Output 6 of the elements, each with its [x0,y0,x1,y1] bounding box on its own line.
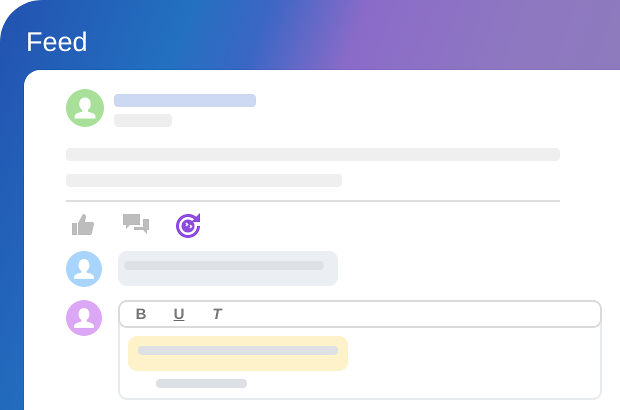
circular-arrow-icon[interactable] [174,212,202,238]
italic-button[interactable]: T [204,306,230,322]
bold-button[interactable]: B [128,306,154,322]
comment-editor[interactable]: B U T [118,300,602,400]
page-title: Feed [26,26,89,59]
underline-button[interactable]: U [166,306,192,322]
